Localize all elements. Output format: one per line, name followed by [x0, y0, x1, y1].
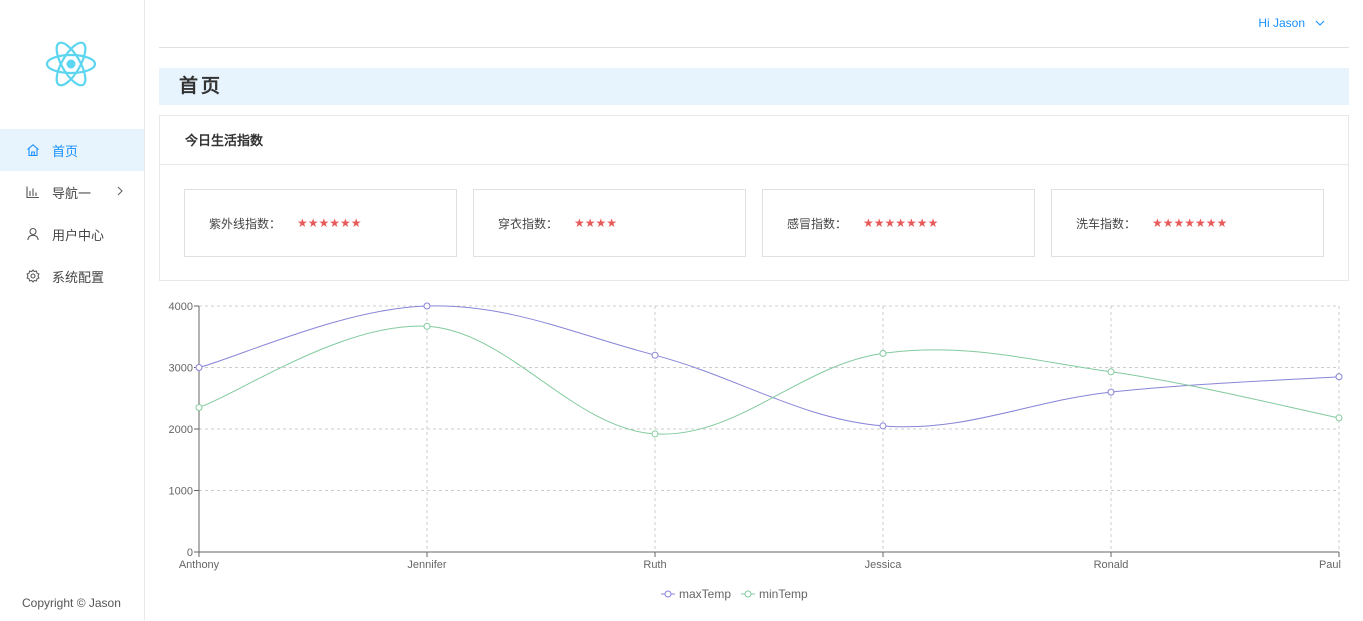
star-rating: ★★★★★★★	[863, 216, 939, 230]
user-icon	[26, 227, 40, 241]
bar-chart-icon	[26, 185, 40, 199]
legend-marker	[744, 590, 752, 598]
index-label: 紫外线指数：	[209, 216, 282, 231]
x-tick-label: Anthony	[179, 559, 220, 571]
index-box-cold: 感冒指数： ★★★★★★★	[762, 189, 1035, 257]
star-rating: ★★★★	[574, 216, 618, 230]
sidebar-item-label: 用户中心	[52, 227, 105, 243]
y-tick-label: 1000	[169, 486, 193, 498]
data-point-maxTemp	[195, 364, 203, 371]
y-tick-label: 0	[187, 547, 193, 559]
data-point-minTemp	[1335, 414, 1343, 422]
settings-icon	[26, 269, 40, 283]
data-point-maxTemp	[423, 302, 431, 310]
index-box-car-wash: 洗车指数： ★★★★★★★	[1051, 189, 1324, 257]
index-box-dressing: 穿衣指数： ★★★★	[473, 189, 746, 257]
copyright-text: Copyright © Jason	[22, 596, 121, 610]
index-label: 感冒指数：	[787, 216, 848, 231]
index-label: 穿衣指数：	[498, 216, 559, 231]
page-title: 首页	[159, 68, 1349, 105]
data-point-minTemp	[1107, 368, 1115, 376]
y-tick-label: 3000	[169, 363, 193, 375]
card-title: 今日生活指数	[160, 116, 1348, 165]
x-tick-label: Jennifer	[407, 559, 446, 571]
user-greeting: Hi Jason	[1258, 16, 1305, 30]
sidebar-item-nav-one[interactable]: 导航一	[0, 171, 144, 213]
sidebar-item-settings[interactable]: 系统配置	[0, 255, 144, 297]
sidebar: 首页 导航一 用户中心 系统配置 Copyright © Jason	[0, 0, 145, 620]
legend-marker	[664, 590, 672, 598]
star-rating: ★★★★★★	[297, 216, 362, 230]
y-tick-label: 4000	[169, 301, 193, 313]
legend-label: maxTemp	[679, 587, 731, 601]
star-rating: ★★★★★★★	[1152, 216, 1228, 230]
chart-svg: 0 1000 2000 3000 4000 Anthony Jennifer Ruth Jess…	[169, 301, 1343, 601]
data-point-minTemp	[879, 349, 887, 357]
sidebar-menu: 首页 导航一 用户中心 系统配置	[0, 129, 144, 297]
data-point-minTemp	[195, 403, 203, 411]
sidebar-item-user-center[interactable]: 用户中心	[0, 213, 144, 255]
sidebar-item-home[interactable]: 首页	[0, 129, 144, 171]
top-header: Hi Jason	[159, 0, 1349, 48]
chevron-down-icon	[1315, 16, 1325, 30]
react-logo-icon	[45, 40, 97, 88]
data-point-maxTemp	[1335, 373, 1343, 381]
sidebar-item-label: 导航一	[52, 185, 92, 201]
y-tick-label: 2000	[169, 424, 193, 436]
x-tick-label: Jessica	[865, 559, 903, 571]
data-point-minTemp	[651, 430, 659, 438]
home-icon	[26, 143, 40, 157]
chevron-right-icon	[116, 185, 124, 200]
series-line-minTemp	[198, 325, 1340, 435]
data-point-maxTemp	[879, 422, 887, 430]
user-menu[interactable]: Hi Jason	[1258, 16, 1325, 30]
series-line-maxTemp	[198, 305, 1340, 428]
index-label: 洗车指数：	[1076, 216, 1137, 231]
data-point-maxTemp	[651, 351, 659, 359]
temperature-line-chart: 0 1000 2000 3000 4000 Anthony Jennifer Ruth Jess…	[159, 296, 1359, 616]
index-box-uv: 紫外线指数： ★★★★★★	[184, 189, 457, 257]
x-tick-label: Ruth	[643, 559, 666, 571]
sidebar-item-label: 首页	[52, 143, 79, 159]
x-tick-label: Paul	[1319, 559, 1341, 571]
data-point-maxTemp	[1107, 388, 1115, 396]
life-index-card: 今日生活指数 紫外线指数： ★★★★★★ 穿衣指数： ★★★★ 感冒指数： ★★…	[159, 115, 1349, 281]
sidebar-item-label: 系统配置	[52, 269, 105, 285]
x-tick-label: Ronald	[1094, 559, 1129, 571]
data-point-minTemp	[423, 322, 431, 330]
legend-label: minTemp	[759, 587, 808, 601]
